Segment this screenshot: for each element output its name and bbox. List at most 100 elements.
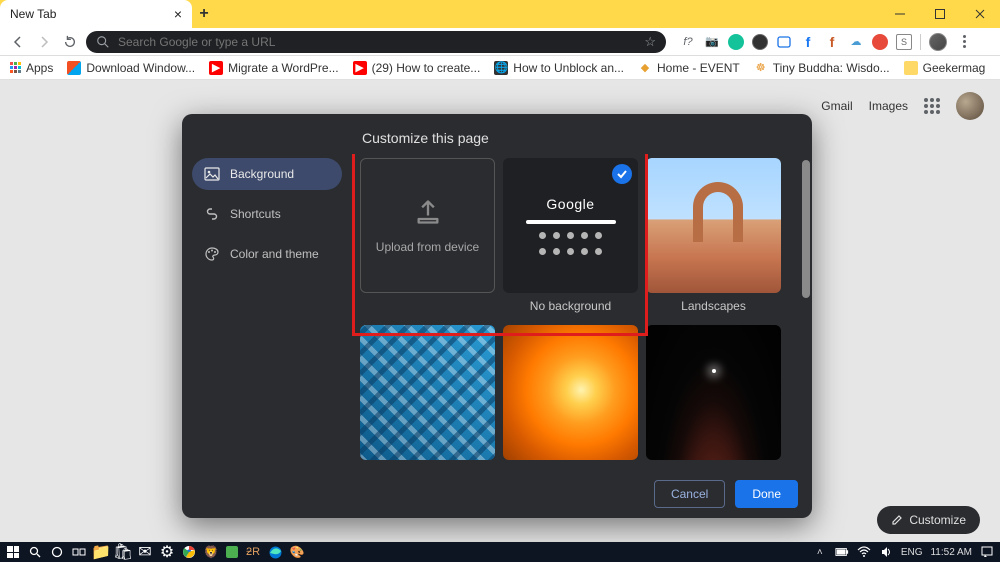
chrome-icon[interactable] — [182, 545, 196, 559]
buddha-icon: ☸ — [754, 61, 768, 75]
sidebar-item-label: Background — [230, 167, 294, 181]
settings-icon[interactable]: ⚙ — [160, 545, 174, 559]
bookmark-label: Download Window... — [86, 61, 195, 75]
ext-facebook-icon[interactable]: f — [800, 34, 816, 50]
ext-s-icon[interactable]: S — [896, 34, 912, 50]
tile-upload-from-device[interactable]: Upload from device — [360, 158, 495, 293]
top-links: Gmail Images — [821, 92, 984, 120]
searchbar-graphic — [526, 220, 616, 224]
tile-label-inline: Upload from device — [376, 240, 479, 254]
app-icon-1[interactable]: 🦁 — [204, 545, 218, 559]
images-link[interactable]: Images — [869, 99, 908, 113]
search-icon — [96, 35, 110, 49]
bookmark-how-to-create[interactable]: ▶ (29) How to create... — [353, 61, 481, 75]
ext-round-red-icon[interactable] — [872, 34, 888, 50]
scrollbar-thumb[interactable] — [802, 160, 810, 298]
bookmark-label: Home - EVENT — [657, 61, 740, 75]
customize-button[interactable]: Customize — [877, 506, 980, 534]
done-button[interactable]: Done — [735, 480, 798, 508]
start-button[interactable] — [6, 545, 20, 559]
bookmark-apps[interactable]: Apps — [10, 61, 53, 75]
folder-icon — [904, 61, 918, 75]
profile-avatar[interactable] — [956, 92, 984, 120]
selected-check-icon — [612, 164, 632, 184]
bookmark-download-windows[interactable]: Download Window... — [67, 61, 195, 75]
reload-button[interactable] — [60, 32, 80, 52]
ext-f-question-icon[interactable]: f? — [680, 34, 696, 50]
tile-label: Landscapes — [681, 299, 746, 315]
ext-dark-icon[interactable] — [752, 34, 768, 50]
store-icon[interactable]: 🛍 — [116, 545, 130, 559]
ext-divider — [920, 34, 921, 50]
system-tray: ˄ ENG 11:52 AM — [813, 545, 994, 559]
close-window-button[interactable] — [960, 0, 1000, 28]
customize-dialog: Customize this page Background Shortcuts… — [182, 114, 812, 518]
ext-tab-icon[interactable] — [776, 34, 792, 50]
ext-camera-icon[interactable]: 📷 — [704, 34, 720, 50]
search-icon[interactable] — [28, 545, 42, 559]
bookmark-home-event[interactable]: ◆ Home - EVENT — [638, 61, 740, 75]
upload-icon — [414, 198, 442, 226]
cancel-button[interactable]: Cancel — [654, 480, 725, 508]
gmail-link[interactable]: Gmail — [821, 99, 852, 113]
app-icon-2[interactable] — [226, 546, 238, 558]
ext-facebook-alt-icon[interactable]: f — [824, 34, 840, 50]
tab-title: New Tab — [10, 7, 56, 21]
dialog-title: Customize this page — [182, 114, 812, 154]
profile-avatar-icon[interactable] — [929, 33, 947, 51]
browser-tab[interactable]: New Tab × — [0, 0, 192, 28]
bookmark-tiny-buddha[interactable]: ☸ Tiny Buddha: Wisdo... — [754, 61, 890, 75]
sidebar-item-color-theme[interactable]: Color and theme — [192, 238, 342, 270]
bookmark-migrate-wordpress[interactable]: ▶ Migrate a WordPre... — [209, 61, 338, 75]
tray-time[interactable]: 11:52 AM — [930, 547, 972, 558]
google-apps-icon[interactable] — [924, 98, 940, 114]
new-tab-page: Gmail Images Customize this page Backgro… — [0, 80, 1000, 542]
new-tab-button[interactable]: + — [192, 0, 216, 28]
edge-icon[interactable] — [268, 545, 282, 559]
dialog-footer: Cancel Done — [182, 470, 812, 518]
youtube-icon: ▶ — [353, 61, 367, 75]
titlebar: New Tab × + — [0, 0, 1000, 28]
image-icon — [204, 166, 220, 182]
sidebar-item-shortcuts[interactable]: Shortcuts — [192, 198, 342, 230]
omnibox-input[interactable] — [118, 35, 636, 49]
apps-icon — [10, 62, 21, 73]
paint-icon[interactable]: 🎨 — [290, 545, 304, 559]
task-view-icon[interactable] — [72, 545, 86, 559]
bookmark-geekermag[interactable]: Geekermag — [904, 61, 986, 75]
tile-earth[interactable] — [646, 325, 781, 460]
tray-chevron-icon[interactable]: ˄ — [813, 545, 827, 559]
mail-icon[interactable]: ✉ — [138, 545, 152, 559]
cortana-icon[interactable] — [50, 545, 64, 559]
tile-label: No background — [530, 299, 611, 315]
bookmark-how-to-unblock[interactable]: 🌐 How to Unblock an... — [494, 61, 624, 75]
forward-button[interactable] — [34, 32, 54, 52]
tile-landscapes[interactable] — [646, 158, 781, 293]
battery-icon[interactable] — [835, 545, 849, 559]
omnibox[interactable]: ☆ — [86, 31, 666, 53]
back-button[interactable] — [8, 32, 28, 52]
file-explorer-icon[interactable]: 📁 — [94, 545, 108, 559]
bookmarks-bar: Apps Download Window... ▶ Migrate a Word… — [0, 56, 1000, 80]
app-icon-3[interactable]: ƻR — [246, 545, 260, 559]
star-graphic — [712, 369, 716, 373]
diamond-icon: ◆ — [638, 61, 652, 75]
ext-grammarly-icon[interactable] — [728, 34, 744, 50]
tile-no-background[interactable]: Google — [503, 158, 638, 293]
volume-icon[interactable] — [879, 545, 893, 559]
tray-lang[interactable]: ENG — [901, 547, 923, 558]
pencil-icon — [891, 514, 903, 526]
wifi-icon[interactable] — [857, 545, 871, 559]
ext-cloud-icon[interactable]: ☁ — [848, 34, 864, 50]
notifications-icon[interactable] — [980, 545, 994, 559]
bookmark-star-icon[interactable]: ☆ — [644, 34, 656, 50]
chrome-menu-icon[interactable] — [955, 35, 973, 48]
tile-textures[interactable] — [503, 325, 638, 460]
palette-icon — [204, 246, 220, 262]
sidebar-item-background[interactable]: Background — [192, 158, 342, 190]
tile-architecture[interactable] — [360, 325, 495, 460]
maximize-button[interactable] — [920, 0, 960, 28]
minimize-button[interactable] — [880, 0, 920, 28]
toolbar: ☆ f? 📷 f f ☁ S — [0, 28, 1000, 56]
close-tab-icon[interactable]: × — [174, 6, 182, 22]
